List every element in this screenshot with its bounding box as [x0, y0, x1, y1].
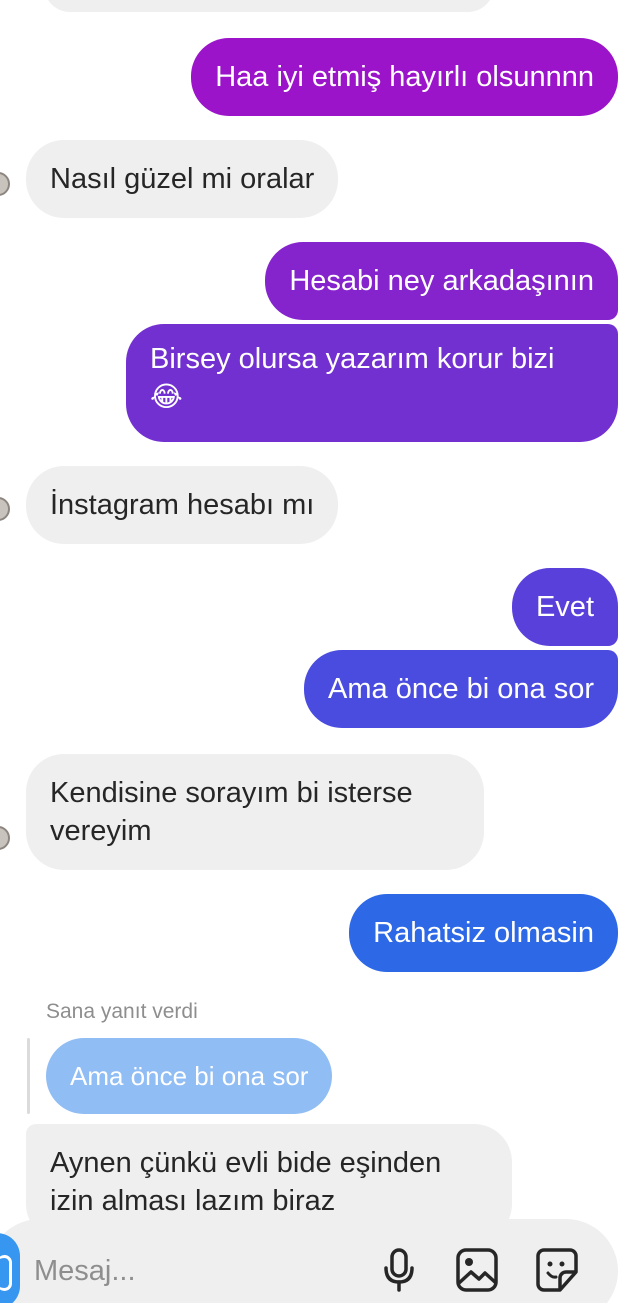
message-text: Evet: [535, 591, 594, 623]
sender-avatar[interactable]: [0, 826, 10, 850]
message-text: Hesabi ney arkadaşının: [289, 265, 594, 297]
message-text: Rahatsiz olmasin: [373, 917, 594, 949]
message-text: vereyim: [50, 815, 152, 847]
sender-avatar[interactable]: [0, 497, 10, 521]
message-text: Kendisine sorayım bi isterse: [50, 777, 413, 809]
message-text: Haa iyi etmiş hayırlı olsunnnn: [215, 61, 594, 93]
quoted-message[interactable]: Ama önce bi ona sor: [46, 1038, 333, 1114]
message-text: izin alması lazım biraz: [50, 1185, 336, 1217]
message-text: İnstagram hesabı mı: [50, 489, 315, 521]
outgoing-message[interactable]: Evet: [511, 568, 618, 646]
outgoing-message[interactable]: Haa iyi etmiş hayırlı olsunnnn: [191, 38, 618, 116]
message-text: Birsey olursa yazarım korur bizi: [150, 343, 555, 375]
sender-avatar[interactable]: [0, 172, 10, 196]
reply-indicator-bar: [27, 1038, 30, 1114]
gallery-icon[interactable]: [454, 1246, 500, 1294]
sticker-icon[interactable]: [534, 1246, 580, 1294]
outgoing-message[interactable]: Rahatsiz olmasin: [349, 894, 618, 972]
incoming-message[interactable]: İnstagram hesabı mı: [26, 466, 339, 544]
message-input[interactable]: Mesaj...: [34, 1252, 136, 1290]
laughing-emoji-icon: 😂: [150, 381, 183, 412]
incoming-message[interactable]: Nasıl güzel mi oralar: [26, 140, 339, 218]
message-text: Nasıl güzel mi oralar: [50, 163, 315, 195]
previous-message-stub: [44, 0, 494, 12]
message-text: Aynen çünkü evli bide eşinden: [50, 1147, 442, 1179]
outgoing-message[interactable]: Hesabi ney arkadaşının: [265, 242, 618, 320]
incoming-message[interactable]: Kendisine sorayım bi isterse vereyim: [26, 754, 484, 870]
microphone-icon[interactable]: [376, 1246, 422, 1294]
chat-screen: Haa iyi etmiş hayırlı olsunnnn Nasıl güz…: [0, 0, 634, 1303]
outgoing-message[interactable]: Ama önce bi ona sor: [304, 650, 618, 728]
outgoing-message[interactable]: Birsey olursa yazarım korur bizi 😂: [126, 324, 618, 442]
reply-caption: Sana yanıt verdi: [46, 1000, 198, 1023]
message-text: Ama önce bi ona sor: [328, 673, 594, 705]
quoted-message-text: Ama önce bi ona sor: [70, 1061, 309, 1091]
